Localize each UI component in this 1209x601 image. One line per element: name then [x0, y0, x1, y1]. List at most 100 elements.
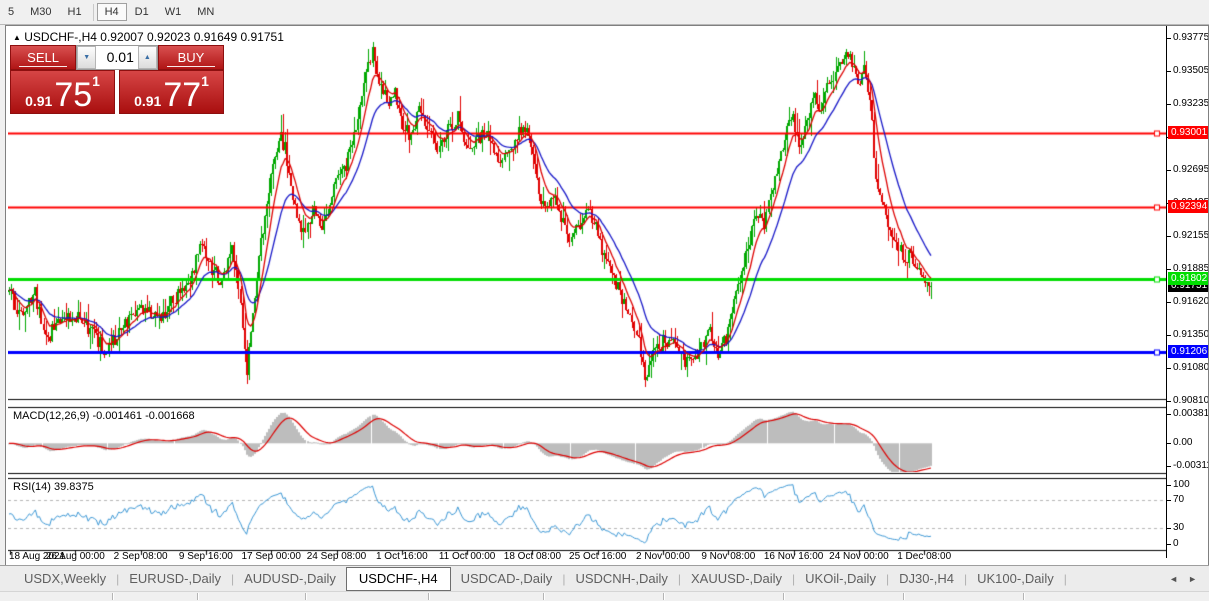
timeframe-button-5[interactable]: 5: [0, 3, 22, 21]
tab-scroll-right-icon[interactable]: ►: [1188, 574, 1197, 584]
sell-button[interactable]: SELL: [10, 45, 76, 70]
price-tick-label: 0.92695: [1173, 164, 1209, 176]
price-tick-mark: [1167, 269, 1171, 270]
rsi-tick-mark: [1167, 485, 1171, 486]
status-divider: [305, 593, 307, 600]
macd-scale-label: -0.003115: [1173, 460, 1209, 472]
chart-tab-bar: USDX,Weekly|EURUSD-,Daily|AUDUSD-,DailyU…: [0, 565, 1209, 591]
time-axis-label: 25 Oct 16:00: [569, 551, 626, 562]
status-divider: [543, 593, 545, 600]
price-tick-mark: [1167, 236, 1171, 237]
tab-scroll-left-icon[interactable]: ◄: [1169, 574, 1178, 584]
chart-tab-usdchf-[interactable]: USDCHF-,H4: [346, 567, 451, 591]
timeframe-button-mn[interactable]: MN: [189, 3, 222, 21]
price-tick-mark: [1167, 302, 1171, 303]
status-divider: [663, 593, 665, 600]
price-tick-label: 0.91080: [1173, 362, 1209, 374]
chart-header: ▲ USDCHF-,H4 0.92007 0.92023 0.91649 0.9…: [13, 30, 284, 44]
macd-scale-label: 0.003811: [1173, 408, 1209, 420]
timeframe-button-h1[interactable]: H1: [60, 3, 90, 21]
buy-price-box[interactable]: 0.91 77 1: [119, 70, 224, 114]
timeframe-button-w1[interactable]: W1: [157, 3, 190, 21]
macd-indicator-label: MACD(12,26,9) -0.001461 -0.001668: [13, 410, 195, 422]
chart-tab-ukoil-[interactable]: UKOil-,Daily: [795, 568, 886, 589]
rsi-indicator-label: RSI(14) 39.8375: [13, 481, 94, 493]
buy-price-big: 77: [163, 80, 201, 110]
rsi-tick-mark: [1167, 500, 1171, 501]
chart-tab-usdx[interactable]: USDX,Weekly: [14, 568, 116, 589]
collapse-panel-icon[interactable]: ▲: [13, 33, 21, 42]
time-axis-label: 11 Oct 00:00: [439, 551, 496, 562]
hline-price-label: 0.93001: [1168, 126, 1208, 139]
time-axis-label: 16 Nov 16:00: [764, 551, 824, 562]
tab-separator: |: [1064, 572, 1067, 586]
price-tick-mark: [1167, 401, 1171, 402]
time-axis-label: 1 Oct 16:00: [376, 551, 428, 562]
sell-price-sup: 1: [92, 73, 100, 89]
hline-price-label: 0.92394: [1168, 200, 1208, 213]
rsi-scale-label: 30: [1173, 522, 1184, 534]
status-divider: [783, 593, 785, 600]
macd-tick-mark: [1167, 414, 1171, 415]
price-axis[interactable]: 0.937750.935050.932350.929650.926950.924…: [1166, 26, 1208, 558]
chart-window: ▲ USDCHF-,H4 0.92007 0.92023 0.91649 0.9…: [5, 25, 1209, 566]
status-divider: [428, 593, 430, 600]
time-axis-label: 26 Aug 00:00: [46, 551, 105, 562]
status-divider: [903, 593, 905, 600]
chart-tab-eurusd-[interactable]: EURUSD-,Daily: [119, 568, 231, 589]
time-axis-label: 9 Nov 08:00: [701, 551, 755, 562]
price-tick-mark: [1167, 38, 1171, 39]
price-tick-label: 0.90810: [1173, 395, 1209, 407]
time-axis-label: 17 Sep 00:00: [241, 551, 301, 562]
price-tick-mark: [1167, 71, 1171, 72]
price-tick-mark: [1167, 170, 1171, 171]
time-axis-label: 24 Sep 08:00: [307, 551, 367, 562]
buy-underline: [167, 66, 216, 67]
rsi-scale-label: 70: [1173, 494, 1184, 506]
time-axis-label: 2 Sep 08:00: [114, 551, 168, 562]
price-tick-label: 0.91620: [1173, 296, 1209, 308]
chart-tab-usdcnh-[interactable]: USDCNH-,Daily: [565, 568, 677, 589]
rsi-scale-label: 0: [1173, 538, 1179, 550]
price-tick-label: 0.93505: [1173, 65, 1209, 77]
price-tick-label: 0.91350: [1173, 329, 1209, 341]
macd-tick-mark: [1167, 443, 1171, 444]
price-tick-label: 0.92155: [1173, 230, 1209, 242]
macd-scale-label: 0.00: [1173, 437, 1192, 449]
ohlc-high: 0.92023: [147, 30, 190, 44]
price-tick-mark: [1167, 104, 1171, 105]
sell-price-box[interactable]: 0.91 75 1: [10, 70, 115, 114]
lot-increase-button[interactable]: ▲: [138, 46, 157, 69]
chart-tab-audusd-[interactable]: AUDUSD-,Daily: [234, 568, 346, 589]
timeframe-button-h4[interactable]: H4: [97, 3, 127, 21]
toolbar-divider: [93, 4, 94, 21]
timeframe-button-d1[interactable]: D1: [127, 3, 157, 21]
price-tick-label: 0.93775: [1173, 32, 1209, 44]
rsi-tick-mark: [1167, 528, 1171, 529]
chart-tab-usdcad-[interactable]: USDCAD-,Daily: [451, 568, 563, 589]
buy-button-label: BUY: [178, 50, 205, 65]
time-axis-label: 18 Oct 08:00: [504, 551, 561, 562]
timeframe-toolbar: 5M30H1 H4D1W1MN: [0, 0, 1209, 25]
status-divider: [197, 593, 199, 600]
buy-button[interactable]: BUY: [158, 45, 224, 70]
status-divider: [1023, 593, 1025, 600]
chart-tab-xauusd-[interactable]: XAUUSD-,Daily: [681, 568, 792, 589]
hline-price-label: 0.91206: [1168, 345, 1208, 358]
status-divider: [112, 593, 114, 600]
sell-underline: [19, 66, 68, 67]
time-axis-label: 1 Dec 08:00: [897, 551, 951, 562]
timeframe-button-m30[interactable]: M30: [22, 3, 59, 21]
lot-size-value[interactable]: 0.01: [96, 46, 138, 69]
ohlc-close: 0.91751: [240, 30, 283, 44]
sell-button-label: SELL: [27, 50, 59, 65]
time-axis-label: 9 Sep 16:00: [179, 551, 233, 562]
lot-decrease-button[interactable]: ▼: [77, 46, 96, 69]
ohlc-open: 0.92007: [100, 30, 143, 44]
chart-tab-uk100-[interactable]: UK100-,Daily: [967, 568, 1064, 589]
price-tick-label: 0.93235: [1173, 98, 1209, 110]
rsi-scale-label: 100: [1173, 479, 1190, 491]
price-tick-mark: [1167, 335, 1171, 336]
chart-tab-dj30-[interactable]: DJ30-,H4: [889, 568, 964, 589]
one-click-trading-panel: SELL ▼ 0.01 ▲ BUY 0.91 75 1 0.91 77: [10, 45, 224, 114]
